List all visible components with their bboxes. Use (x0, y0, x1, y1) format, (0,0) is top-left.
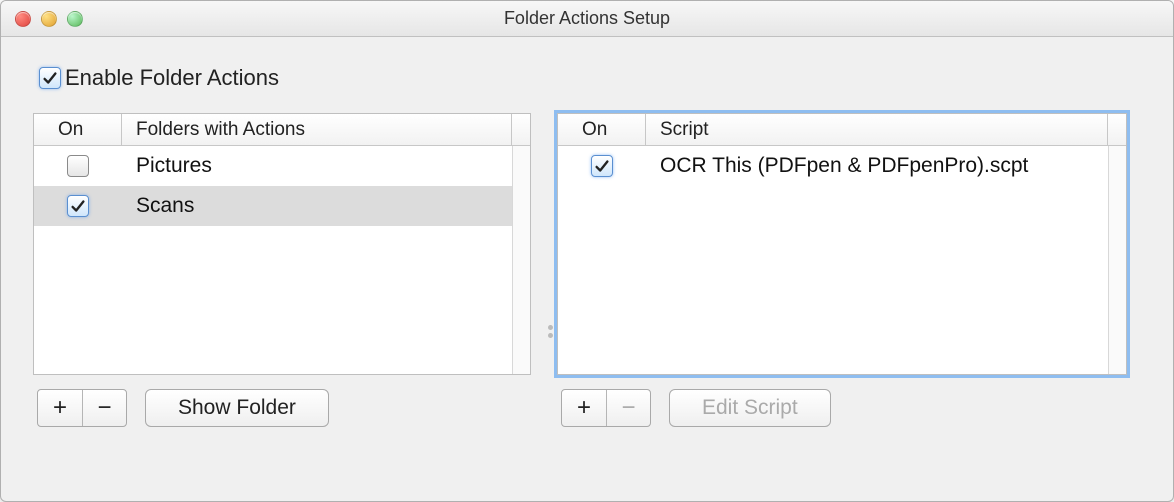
folder-row-checkbox[interactable] (67, 155, 89, 177)
scripts-button-row: + − Edit Script (557, 389, 1127, 427)
pane-divider-handle-icon[interactable] (546, 321, 554, 341)
enable-folder-actions-label: Enable Folder Actions (65, 65, 279, 91)
folders-list-header: On Folders with Actions (34, 114, 530, 146)
folders-add-button[interactable]: + (38, 390, 82, 426)
folders-header-on[interactable]: On (34, 114, 122, 145)
panels: On Folders with Actions Pictures Scans + … (33, 113, 1141, 427)
scripts-header-on[interactable]: On (558, 114, 646, 145)
window-controls (15, 11, 83, 27)
script-row[interactable]: OCR This (PDFpen & PDFpenPro).scpt (558, 146, 1126, 186)
checkmark-icon (593, 157, 611, 175)
scripts-list[interactable]: On Script OCR This (PDFpen & PDFpenPro).… (557, 113, 1127, 375)
script-row-name: OCR This (PDFpen & PDFpenPro).scpt (646, 154, 1028, 178)
scripts-remove-button: − (606, 390, 650, 426)
folders-scrollbar[interactable] (512, 146, 530, 374)
folders-list[interactable]: On Folders with Actions Pictures Scans (33, 113, 531, 375)
scripts-scrollbar[interactable] (1108, 146, 1126, 374)
show-folder-button[interactable]: Show Folder (145, 389, 329, 427)
content: Enable Folder Actions On Folders with Ac… (1, 37, 1173, 449)
scripts-panel: On Script OCR This (PDFpen & PDFpenPro).… (557, 113, 1127, 427)
folder-row[interactable]: Scans (34, 186, 530, 226)
window: Folder Actions Setup Enable Folder Actio… (0, 0, 1174, 502)
enable-folder-actions-checkbox[interactable] (39, 67, 61, 89)
scripts-add-remove: + − (561, 389, 651, 427)
minimize-icon[interactable] (41, 11, 57, 27)
folder-row-name: Scans (122, 194, 194, 218)
scripts-list-header: On Script (558, 114, 1126, 146)
edit-script-button: Edit Script (669, 389, 831, 427)
script-row-checkbox[interactable] (591, 155, 613, 177)
folder-row-name: Pictures (122, 154, 212, 178)
window-title: Folder Actions Setup (1, 8, 1173, 29)
folders-rows: Pictures Scans (34, 146, 530, 374)
folders-add-remove: + − (37, 389, 127, 427)
folder-row[interactable]: Pictures (34, 146, 530, 186)
folders-panel: On Folders with Actions Pictures Scans + … (33, 113, 531, 427)
close-icon[interactable] (15, 11, 31, 27)
folders-header-name[interactable]: Folders with Actions (122, 114, 512, 145)
scripts-rows: OCR This (PDFpen & PDFpenPro).scpt (558, 146, 1126, 374)
folders-button-row: + − Show Folder (33, 389, 531, 427)
enable-folder-actions-row: Enable Folder Actions (39, 65, 1141, 91)
scripts-header-name[interactable]: Script (646, 114, 1108, 145)
folders-remove-button[interactable]: − (82, 390, 126, 426)
folder-row-checkbox[interactable] (67, 195, 89, 217)
zoom-icon[interactable] (67, 11, 83, 27)
titlebar: Folder Actions Setup (1, 1, 1173, 37)
scripts-add-button[interactable]: + (562, 390, 606, 426)
checkmark-icon (41, 69, 59, 87)
checkmark-icon (69, 197, 87, 215)
